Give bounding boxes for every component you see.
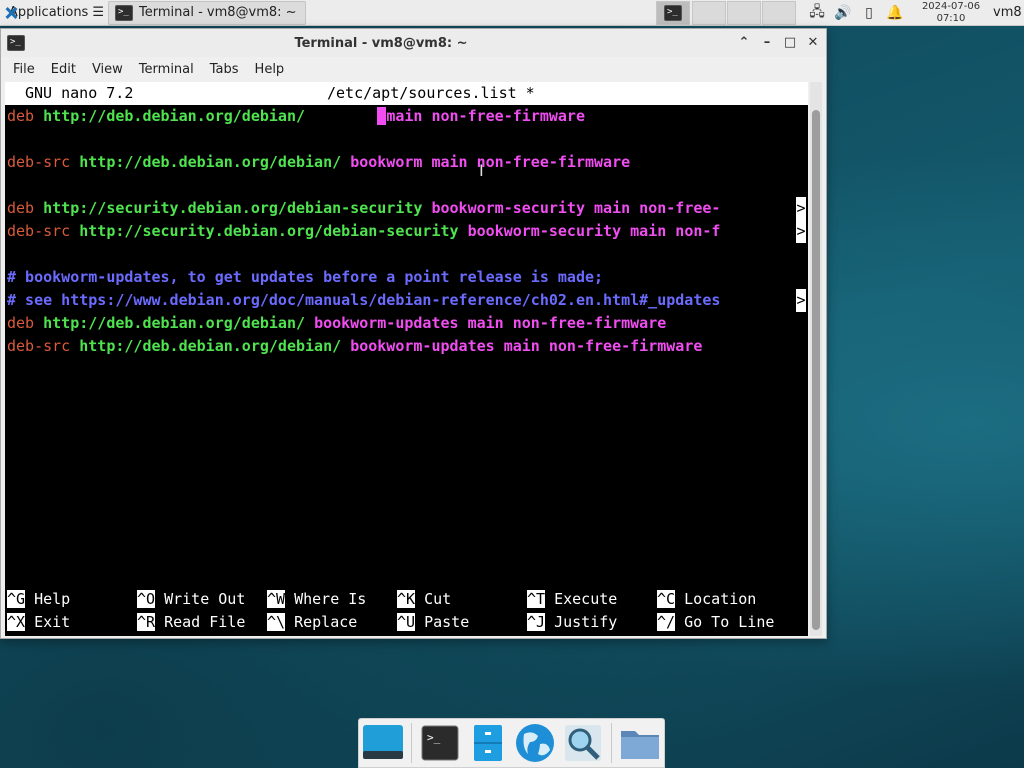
app-finder-icon[interactable] bbox=[559, 719, 607, 767]
shortcut-where-is[interactable]: ^W Where Is bbox=[267, 588, 366, 611]
dock: >_ bbox=[358, 718, 665, 768]
shortcut-location[interactable]: ^C Location bbox=[657, 588, 756, 611]
menu-tabs[interactable]: Tabs bbox=[202, 62, 247, 77]
scrollbar-thumb[interactable] bbox=[812, 110, 820, 630]
nano-filename: /etc/apt/sources.list * bbox=[327, 84, 535, 102]
menu-terminal[interactable]: Terminal bbox=[131, 62, 202, 77]
mouse-ibeam-cursor: I bbox=[479, 161, 484, 180]
terminal-area[interactable]: GNU nano 7.2/etc/apt/sources.list * deb … bbox=[5, 82, 808, 636]
menu-bar: File Edit View Terminal Tabs Help bbox=[1, 57, 826, 81]
applications-label: Applications bbox=[8, 5, 89, 20]
menu-edit[interactable]: Edit bbox=[43, 62, 84, 77]
top-panel: Applications ☰ >_ Terminal - vm8@vm8: ~ … bbox=[0, 0, 1024, 26]
editor-line: deb-src http://deb.debian.org/debian/ bo… bbox=[7, 337, 703, 355]
notifications-bell-icon[interactable]: 🔔 bbox=[884, 0, 906, 26]
terminal-window: >_ Terminal - vm8@vm8: ~ ⌃ – □ ✕ File Ed… bbox=[0, 28, 827, 639]
window-title: Terminal - vm8@vm8: ~ bbox=[294, 36, 468, 51]
line-overflow-marker: > bbox=[796, 220, 806, 243]
close-icon[interactable]: ✕ bbox=[804, 34, 822, 52]
line-overflow-marker: > bbox=[796, 197, 806, 220]
terminal-scrollbar[interactable] bbox=[810, 82, 822, 636]
applications-suffix: ☰ bbox=[92, 5, 104, 20]
folder-icon[interactable] bbox=[616, 719, 664, 767]
line-overflow-marker: > bbox=[796, 289, 806, 312]
workspace-4-button[interactable] bbox=[762, 1, 796, 25]
clock[interactable]: 2024-07-06 07:10 bbox=[916, 1, 986, 25]
clock-time: 07:10 bbox=[936, 13, 966, 24]
workspace-3-button[interactable] bbox=[727, 1, 761, 25]
editor-line: deb http://deb.debian.org/debian/ bookwo… bbox=[7, 314, 667, 332]
editor-line: deb-src http://deb.debian.org/debian/ bo… bbox=[7, 153, 631, 171]
menu-help[interactable]: Help bbox=[247, 62, 293, 77]
applications-menu-button[interactable]: Applications ☰ bbox=[0, 0, 108, 26]
svg-text:>_: >_ bbox=[427, 731, 441, 744]
shortcut-exit[interactable]: ^X Exit bbox=[7, 611, 70, 634]
shortcut-replace[interactable]: ^\ Replace bbox=[267, 611, 357, 634]
workspace-1-button[interactable]: >_ bbox=[656, 1, 690, 25]
network-icon[interactable]: 🖧 bbox=[804, 0, 830, 26]
shortcut-write-out[interactable]: ^O Write Out bbox=[137, 588, 245, 611]
shade-icon[interactable]: ⌃ bbox=[735, 34, 753, 52]
editor-line: deb-src http://security.debian.org/debia… bbox=[7, 222, 721, 240]
show-desktop-icon[interactable] bbox=[359, 719, 407, 767]
terminal-icon: >_ bbox=[664, 5, 682, 21]
editor-line: deb http://security.debian.org/debian-se… bbox=[7, 199, 721, 217]
shortcut-cut[interactable]: ^K Cut bbox=[397, 588, 451, 611]
maximize-icon[interactable]: □ bbox=[781, 34, 799, 52]
user-menu[interactable]: vm8 bbox=[993, 5, 1022, 20]
dock-separator bbox=[410, 723, 412, 763]
volume-icon[interactable]: 🔊 bbox=[832, 0, 854, 26]
shortcut-go-to-line[interactable]: ^/ Go To Line bbox=[657, 611, 774, 634]
shortcut-execute[interactable]: ^T Execute bbox=[527, 588, 617, 611]
editor-line-comment: # see https://www.debian.org/doc/manuals… bbox=[7, 291, 721, 309]
editor-line-comment: # bookworm-updates, to get updates befor… bbox=[7, 268, 604, 286]
shortcut-help[interactable]: ^G Help bbox=[7, 588, 70, 611]
battery-icon[interactable]: ▯ bbox=[858, 0, 880, 26]
nano-version: GNU nano 7.2 bbox=[25, 84, 134, 102]
web-browser-icon[interactable] bbox=[511, 719, 559, 767]
text-cursor bbox=[377, 107, 387, 125]
shortcut-justify[interactable]: ^J Justify bbox=[527, 611, 617, 634]
file-manager-icon[interactable] bbox=[464, 719, 512, 767]
terminal-icon: >_ bbox=[115, 4, 133, 21]
workspace-2-button[interactable] bbox=[692, 1, 726, 25]
window-titlebar[interactable]: >_ Terminal - vm8@vm8: ~ ⌃ – □ ✕ bbox=[1, 29, 826, 57]
shortcut-paste[interactable]: ^U Paste bbox=[397, 611, 469, 634]
nano-header: GNU nano 7.2/etc/apt/sources.list * bbox=[5, 82, 808, 105]
dock-separator bbox=[611, 723, 613, 763]
terminal-icon[interactable]: >_ bbox=[416, 719, 464, 767]
taskbar-terminal-button[interactable]: >_ Terminal - vm8@vm8: ~ bbox=[108, 0, 306, 25]
menu-file[interactable]: File bbox=[5, 62, 43, 77]
clock-date: 2024-07-06 bbox=[921, 1, 981, 12]
shortcut-read-file[interactable]: ^R Read File bbox=[137, 611, 245, 634]
minimize-icon[interactable]: – bbox=[758, 34, 776, 52]
editor-line: deb http://deb.debian.org/debian/ main n… bbox=[7, 107, 585, 125]
xfce-logo-icon bbox=[4, 6, 5, 20]
taskbar-terminal-title: Terminal - vm8@vm8: ~ bbox=[139, 5, 297, 20]
menu-view[interactable]: View bbox=[84, 62, 131, 77]
